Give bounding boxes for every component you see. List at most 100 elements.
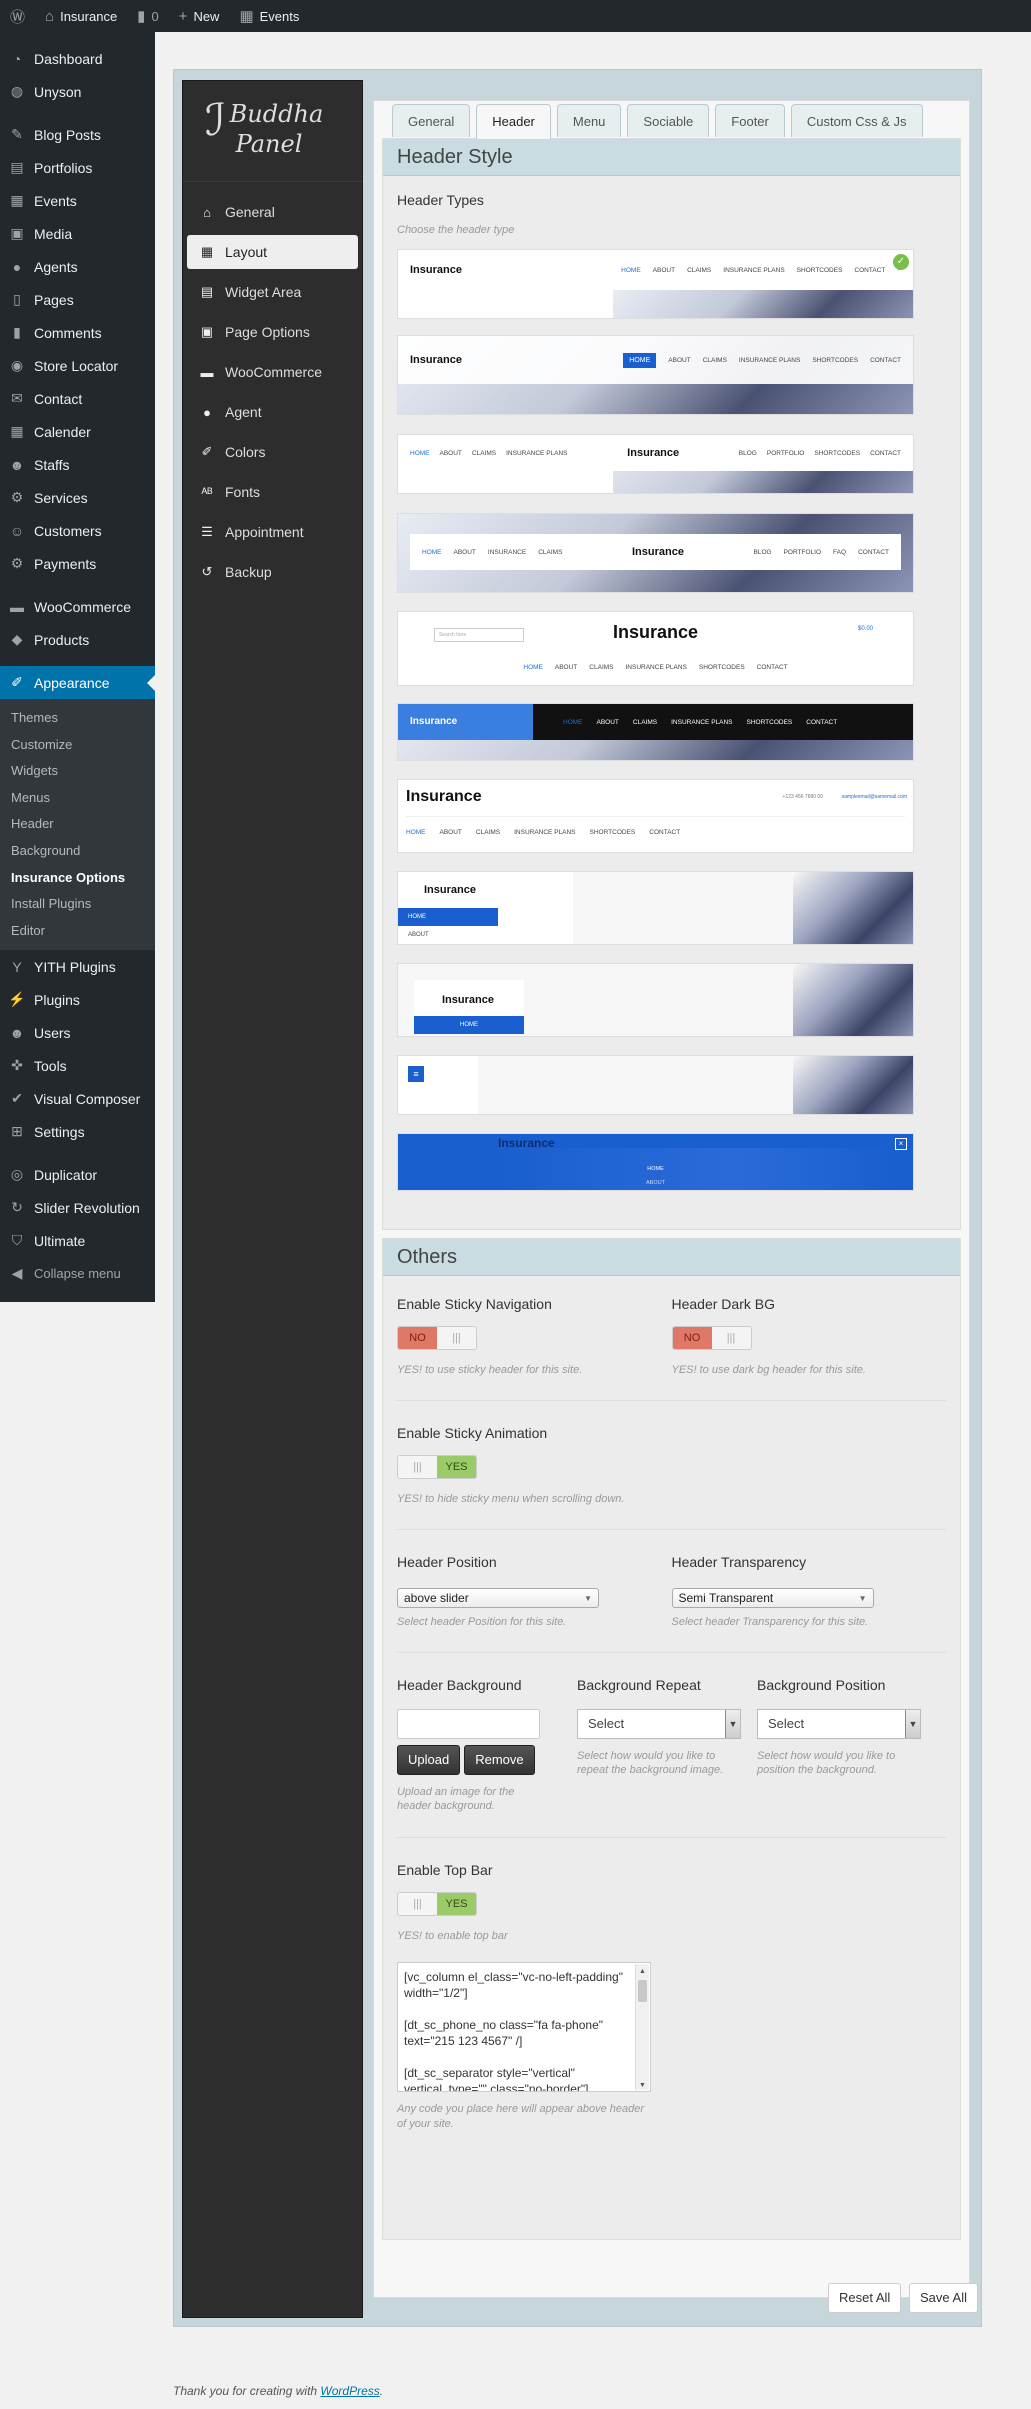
sidebar-item-duplicator[interactable]: ◎ Duplicator (0, 1158, 155, 1191)
sidebar-item-appearance[interactable]: ✐ Appearance (0, 666, 155, 699)
sidebar-item-pages[interactable]: ▯ Pages (0, 283, 155, 316)
sidebar-item-ultimate[interactable]: ⛉ Ultimate (0, 1224, 155, 1257)
submenu-item-background[interactable]: Background (0, 838, 155, 865)
toggle-value: NO (398, 1327, 437, 1349)
sidebar-item-store-locator[interactable]: ◉ Store Locator (0, 349, 155, 382)
sidebar-item-unyson[interactable]: ◍ Unyson (0, 75, 155, 108)
header-type-3[interactable]: HOME ABOUT CLAIMS INSURANCE PLANS Insura… (397, 434, 914, 494)
sidebar-item-products[interactable]: ◆ Products (0, 623, 155, 656)
sidebar-item-portfolios[interactable]: ▤ Portfolios (0, 151, 155, 184)
header-type-8[interactable]: Insurance HOME ABOUT (397, 871, 914, 945)
panel-nav-layout[interactable]: ▦ Layout (187, 235, 358, 269)
sidebar-item-dashboard[interactable]: ◔ Dashboard (0, 42, 155, 75)
thumb-nav: CONTACT (806, 718, 838, 726)
site-name-link[interactable]: ⌂ Insurance (35, 0, 127, 32)
header-type-7[interactable]: Insurance +123 456 7890 00 sampleemail@s… (397, 779, 914, 853)
header-type-10[interactable]: ≡ (397, 1055, 914, 1115)
panel-nav-general[interactable]: ⌂ General (187, 195, 358, 229)
sidebar-item-blog-posts[interactable]: ✎ Blog Posts (0, 118, 155, 151)
header-type-4[interactable]: HOME ABOUT INSURANCE CLAIMS Insurance BL… (397, 513, 914, 593)
sidebar-item-agents[interactable]: ● Agents (0, 250, 155, 283)
thumb-nav: ABOUT (596, 718, 619, 726)
tab-general[interactable]: General (392, 104, 471, 137)
panel-nav-woocommerce[interactable]: ▬ WooCommerce (187, 355, 358, 389)
wordpress-link[interactable]: WordPress (320, 2384, 379, 2398)
sidebar-item-comments[interactable]: ▮ Comments (0, 316, 155, 349)
tab-custom-css-js[interactable]: Custom Css & Js (790, 104, 923, 137)
header-type-6[interactable]: Insurance HOME ABOUT CLAIMS INSURANCE PL… (397, 703, 914, 761)
header-type-9[interactable]: Insurance HOME (397, 963, 914, 1037)
sidebar-item-visual-composer[interactable]: ✔ Visual Composer (0, 1082, 155, 1115)
header-type-11[interactable]: Insurance HOME ABOUT × (397, 1133, 914, 1191)
sidebar-item-calender[interactable]: ▦ Calender (0, 415, 155, 448)
sidebar-item-contact[interactable]: ✉ Contact (0, 382, 155, 415)
panel-nav-page-options[interactable]: ▣ Page Options (187, 315, 358, 349)
sidebar-item-staffs[interactable]: ☻ Staffs (0, 448, 155, 481)
header-transparency-select[interactable]: Semi Transparent ▼ (671, 1588, 874, 1608)
sidebar-item-services[interactable]: ⚙ Services (0, 481, 155, 514)
sidebar-item-collapse-menu[interactable]: ◀ Collapse menu (0, 1257, 155, 1290)
submenu-item-customize[interactable]: Customize (0, 732, 155, 759)
tab-footer[interactable]: Footer (715, 104, 785, 137)
sidebar-item-slider-revolution[interactable]: ↻ Slider Revolution (0, 1191, 155, 1224)
new-content-button[interactable]: + New (169, 0, 230, 32)
submenu-item-install-plugins[interactable]: Install Plugins (0, 891, 155, 918)
header-position-select[interactable]: above slider ▼ (397, 1588, 599, 1608)
wordpress-logo-button[interactable]: Ⓦ (0, 0, 35, 32)
sidebar-item-events[interactable]: ▦ Events (0, 184, 155, 217)
top-bar-code-textarea[interactable]: [vc_column el_class="vc-no-left-padding"… (397, 1962, 651, 2092)
background-repeat-select[interactable]: Select ▼ (577, 1709, 741, 1739)
thumb-nav: CONTACT (870, 356, 901, 364)
submenu-item-header[interactable]: Header (0, 811, 155, 838)
tab-header[interactable]: Header (476, 104, 551, 139)
tab-sociable[interactable]: Sociable (627, 104, 710, 137)
panel-nav-appointment[interactable]: ☰ Appointment (187, 515, 358, 549)
thumb-nav: HOME (647, 1166, 664, 1172)
submenu-item-themes[interactable]: Themes (0, 705, 155, 732)
submenu-item-widgets[interactable]: Widgets (0, 758, 155, 785)
sidebar-item-settings[interactable]: ⊞ Settings (0, 1115, 155, 1148)
textarea-scrollbar[interactable]: ▲ ▼ (635, 1964, 649, 2090)
header-type-5[interactable]: Search here Insurance $0.00 HOME ABOUT C… (397, 611, 914, 686)
remove-button[interactable]: Remove (464, 1745, 535, 1775)
layout-icon: ▦ (200, 244, 214, 259)
top-bar-toggle[interactable]: ||| YES (397, 1892, 477, 1916)
tab-menu[interactable]: Menu (556, 104, 622, 137)
sidebar-item-media[interactable]: ▣ Media (0, 217, 155, 250)
panel-nav-colors[interactable]: ✐ Colors (187, 435, 358, 469)
events-link[interactable]: ▦ Events (229, 0, 309, 32)
save-all-button[interactable]: Save All (909, 2283, 978, 2313)
thumb-nav: HOME (406, 829, 426, 836)
background-position-select[interactable]: Select ▼ (757, 1709, 921, 1739)
toggle-grip-icon: ||| (711, 1327, 751, 1349)
submenu-item-editor[interactable]: Editor (0, 918, 155, 945)
panel-left-nav: ℐ Buddha Panel ⌂ General ▦ Layout ▤ Widget Are… (182, 80, 363, 2318)
sidebar-item-label: Store Locator (34, 357, 119, 374)
sticky-anim-toggle[interactable]: ||| YES (397, 1455, 477, 1479)
header-type-2[interactable]: Insurance HOME ABOUT CLAIMS INSURANCE PL… (397, 335, 914, 415)
panel-nav-backup[interactable]: ↺ Backup (187, 555, 358, 589)
panel-nav-agent[interactable]: ● Agent (187, 395, 358, 429)
panel-nav-fonts[interactable]: ᴬᴮ Fonts (187, 475, 358, 509)
header-type-1[interactable]: Insurance HOME ABOUT CLAIMS INSURANCE PL… (397, 249, 914, 319)
sidebar-item-woocommerce[interactable]: ▬ WooCommerce (0, 590, 155, 623)
reset-all-button[interactable]: Reset All (828, 2283, 902, 2313)
sidebar-item-customers[interactable]: ☺ Customers (0, 514, 155, 547)
sidebar-item-payments[interactable]: ⚙ Payments (0, 547, 155, 580)
upload-button[interactable]: Upload (397, 1745, 461, 1775)
comments-link[interactable]: ▮ 0 (127, 0, 169, 32)
header-background-desc: Upload an image for the header backgroun… (397, 1786, 515, 1812)
select-value: Select (768, 1716, 805, 1731)
sidebar-item-plugins[interactable]: ⚡ Plugins (0, 983, 155, 1016)
panel-nav-widget-area[interactable]: ▤ Widget Area (187, 275, 358, 309)
submenu-item-insurance-options[interactable]: Insurance Options (0, 865, 155, 892)
thumb-brand: Insurance (424, 884, 476, 896)
dark-bg-toggle[interactable]: NO ||| (671, 1326, 752, 1350)
submenu-item-menus[interactable]: Menus (0, 785, 155, 812)
sidebar-item-tools[interactable]: ✜ Tools (0, 1049, 155, 1082)
header-background-input[interactable] (397, 1709, 540, 1739)
thumb-nav: SHORTCODES (796, 266, 843, 274)
sidebar-item-yith-plugins[interactable]: Y YITH Plugins (0, 950, 155, 983)
sidebar-item-users[interactable]: ☻ Users (0, 1016, 155, 1049)
sticky-nav-toggle[interactable]: NO ||| (397, 1326, 477, 1350)
